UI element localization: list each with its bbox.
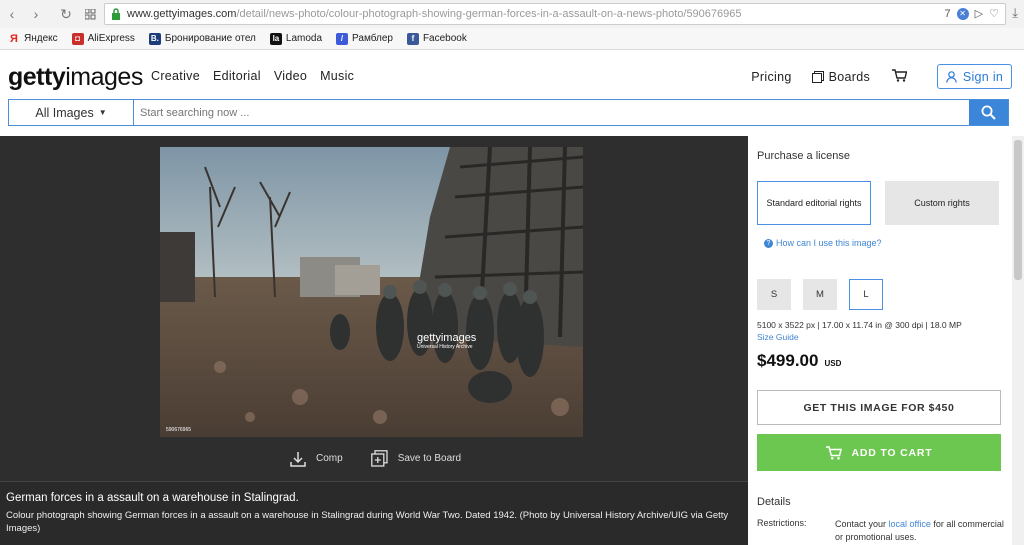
bookmark-rambler[interactable]: / Рамблер	[336, 32, 393, 45]
facebook-icon: f	[406, 32, 419, 45]
cart-icon[interactable]	[892, 68, 908, 85]
bookmark-yandex[interactable]: Я Яндекс	[8, 33, 58, 45]
download-comp-icon	[290, 451, 306, 467]
boards-icon	[811, 70, 824, 83]
size-s-option[interactable]: S	[757, 279, 791, 310]
bookmarks-bar: Я Яндекс ◘ AliExpress B. Бронирование отел …	[0, 28, 1024, 50]
nav-video[interactable]: Video	[274, 69, 307, 83]
address-bar[interactable]: www.gettyimages.com/detail/news-photo/co…	[104, 3, 1006, 25]
image-caption: German forces in a assault on a warehous…	[0, 481, 748, 545]
get-image-button[interactable]: GET THIS IMAGE FOR $450	[757, 390, 1001, 425]
tab-count: 7	[944, 7, 951, 20]
bookmark-lamoda[interactable]: la Lamoda	[269, 32, 322, 45]
purchase-title: Purchase a license	[757, 150, 850, 162]
currency: USD	[824, 359, 842, 368]
browser-toolbar: ‹ › ↻ www.gettyimages.com/detail/news-ph…	[0, 0, 1024, 28]
caption-title: German forces in a assault on a warehous…	[6, 492, 299, 504]
getty-logo[interactable]: gettyimages	[8, 63, 143, 92]
back-icon[interactable]: ‹	[0, 2, 24, 26]
nav-music[interactable]: Music	[320, 69, 354, 83]
clear-icon[interactable]: ✕	[956, 7, 969, 20]
comp-button[interactable]: Comp	[290, 451, 343, 467]
add-to-cart-button[interactable]: ADD TO CART	[757, 434, 1001, 471]
caption-description: Colour photograph showing German forces …	[6, 510, 729, 534]
favorite-heart-icon[interactable]: ♡	[989, 7, 999, 20]
scrollbar-thumb[interactable]	[1014, 140, 1022, 280]
bookmark-booking[interactable]: B. Бронирование отел	[148, 32, 256, 45]
search-input[interactable]	[134, 100, 969, 125]
bookmark-aliexpress[interactable]: ◘ AliExpress	[71, 32, 135, 45]
url-host: www.gettyimages.com	[127, 8, 237, 20]
download-icon[interactable]: ⤓	[1012, 5, 1018, 21]
pricing-link[interactable]: Pricing	[751, 70, 791, 84]
site-header: gettyimages Creative Editorial Video Mus…	[0, 51, 1024, 97]
restrictions-label: Restrictions:	[757, 518, 807, 528]
lamoda-icon: la	[269, 32, 282, 45]
category-dropdown[interactable]: All Images ▼	[9, 100, 134, 125]
watermark: gettyimages Universal History Archive	[417, 332, 477, 350]
search-icon	[981, 105, 996, 120]
aliexpress-icon: ◘	[71, 32, 84, 45]
search-bar: All Images ▼	[8, 99, 1009, 126]
bookmark-facebook[interactable]: f Facebook	[406, 32, 467, 45]
header-right: Pricing Boards Sign in	[751, 64, 1012, 89]
sign-in-button[interactable]: Sign in	[937, 64, 1012, 89]
size-guide-link[interactable]: Size Guide	[757, 332, 799, 342]
lock-icon	[112, 8, 120, 20]
license-standard-option[interactable]: Standard editorial rights	[757, 181, 871, 225]
share-icon[interactable]: ▷	[975, 7, 983, 20]
image-id-tag: 590676965	[166, 427, 192, 433]
add-board-icon	[370, 450, 388, 467]
size-m-option[interactable]: M	[803, 279, 837, 310]
image-dimensions: 5100 x 3522 px | 17.00 x 11.74 in @ 300 …	[757, 320, 962, 330]
yandex-icon: Я	[10, 32, 18, 45]
local-office-link[interactable]: local office	[889, 519, 931, 529]
purchase-panel: Purchase a license Standard editorial ri…	[748, 136, 1012, 545]
cart-icon	[825, 445, 842, 460]
page-scrollbar[interactable]	[1012, 136, 1024, 545]
news-photo[interactable]: gettyimages Universal History Archive 59…	[160, 147, 583, 437]
nav-editorial[interactable]: Editorial	[213, 69, 261, 83]
boards-link[interactable]: Boards	[811, 70, 870, 84]
booking-icon: B.	[148, 32, 161, 45]
details-heading: Details	[757, 496, 791, 508]
user-icon	[946, 70, 957, 83]
forward-icon[interactable]: ›	[24, 2, 48, 26]
price: $499.00 USD	[757, 351, 842, 370]
tabs-grid-icon[interactable]	[78, 2, 102, 26]
help-icon: ?	[764, 238, 773, 248]
size-l-option[interactable]: L	[849, 279, 883, 310]
save-to-board-button[interactable]: Save to Board	[370, 450, 461, 467]
search-button[interactable]	[969, 100, 1008, 125]
license-custom-option[interactable]: Custom rights	[885, 181, 999, 225]
size-options: S M L	[757, 279, 883, 310]
rambler-icon: /	[336, 32, 349, 45]
reload-icon[interactable]: ↻	[54, 2, 78, 26]
caret-down-icon: ▼	[98, 108, 107, 117]
image-viewer: gettyimages Universal History Archive 59…	[0, 136, 748, 545]
main-nav: Creative Editorial Video Music	[151, 69, 354, 83]
restrictions-value: Contact your local office for all commer…	[835, 519, 1004, 542]
nav-creative[interactable]: Creative	[151, 69, 200, 83]
image-actions: Comp Save to Board	[290, 450, 461, 467]
how-can-i-use-link[interactable]: ? How can I use this image?	[764, 238, 882, 248]
url-path: /detail/news-photo/colour-photograph-sho…	[236, 8, 742, 20]
